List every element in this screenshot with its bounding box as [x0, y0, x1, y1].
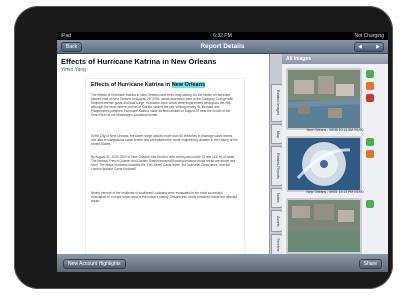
add-image-button[interactable] — [366, 70, 374, 78]
bottom-toolbar: New Account Highlights Share — [57, 254, 388, 272]
paragraph-4: Ninety percent of the residents of south… — [91, 191, 238, 203]
satellite-storm-image — [288, 138, 360, 190]
add-image-button-3[interactable] — [366, 200, 374, 208]
aerial-flood-image — [288, 70, 360, 128]
ipad-frame: iPad 6:32 PM Not Charging Back Report De… — [14, 6, 393, 289]
clock: 6:32 PM — [213, 33, 232, 39]
status-bar: iPad 6:32 PM Not Charging — [57, 32, 388, 40]
page-navigation: ◀ ▶ — [354, 42, 384, 52]
image-thumbnail-3[interactable] — [286, 198, 362, 254]
page-title: Report Details — [200, 43, 245, 50]
screen: iPad 6:32 PM Not Charging Back Report De… — [57, 32, 388, 272]
image-caption-2: New Orleans - 09/01 13:13 PM 0/1/00 — [306, 190, 364, 194]
chevron-right-icon[interactable]: ▶ — [376, 43, 380, 51]
paragraph-1: The effects of Hurricane Katrina in New … — [91, 93, 234, 117]
document-title: Effects of Hurricane Katrina in New Orle… — [61, 57, 217, 66]
new-account-highlights-button[interactable]: New Account Highlights — [63, 259, 126, 269]
edit-image-button[interactable] — [366, 82, 374, 90]
add-image-button-2[interactable] — [366, 138, 374, 146]
document-page[interactable]: Effects of Hurricane Katrina in New Orle… — [85, 78, 245, 256]
edit-image-button-2[interactable] — [366, 150, 374, 158]
navigation-bar: Back Report Details ◀ ▶ — [57, 40, 388, 54]
side-tabs: Related Images Map Related Reports Notes… — [269, 54, 283, 256]
paragraph-3: By August 31, 2005, 80% of New Orleans w… — [91, 155, 236, 171]
page-heading: Effects of Hurricane Katrina in New Orle… — [91, 82, 206, 88]
delete-image-button[interactable] — [366, 94, 374, 102]
document-author[interactable]: Yimin Yang — [61, 67, 86, 73]
heading-text: Effects of Hurricane Katrina in — [91, 82, 172, 88]
battery-status: Not Charging — [354, 33, 384, 39]
chevron-left-icon[interactable]: ◀ — [358, 43, 362, 51]
aerial-city-image — [288, 200, 360, 252]
document-panel: Effects of Hurricane Katrina in New Orle… — [57, 54, 269, 256]
share-button[interactable]: Share — [358, 259, 382, 269]
heading-highlight: New Orleans — [171, 82, 206, 88]
image-thumbnail-2[interactable] — [286, 136, 362, 192]
images-header: All Images — [282, 54, 388, 64]
image-thumbnail-1[interactable] — [286, 68, 362, 130]
image-caption-1: New Orleans - 08/30 10:14 AM 0/1/00 — [306, 128, 364, 132]
paragraph-2: In the City of New Orleans, the storm su… — [91, 134, 238, 146]
images-panel: All Images New Orleans - 08/30 10:14 AM … — [282, 54, 388, 254]
